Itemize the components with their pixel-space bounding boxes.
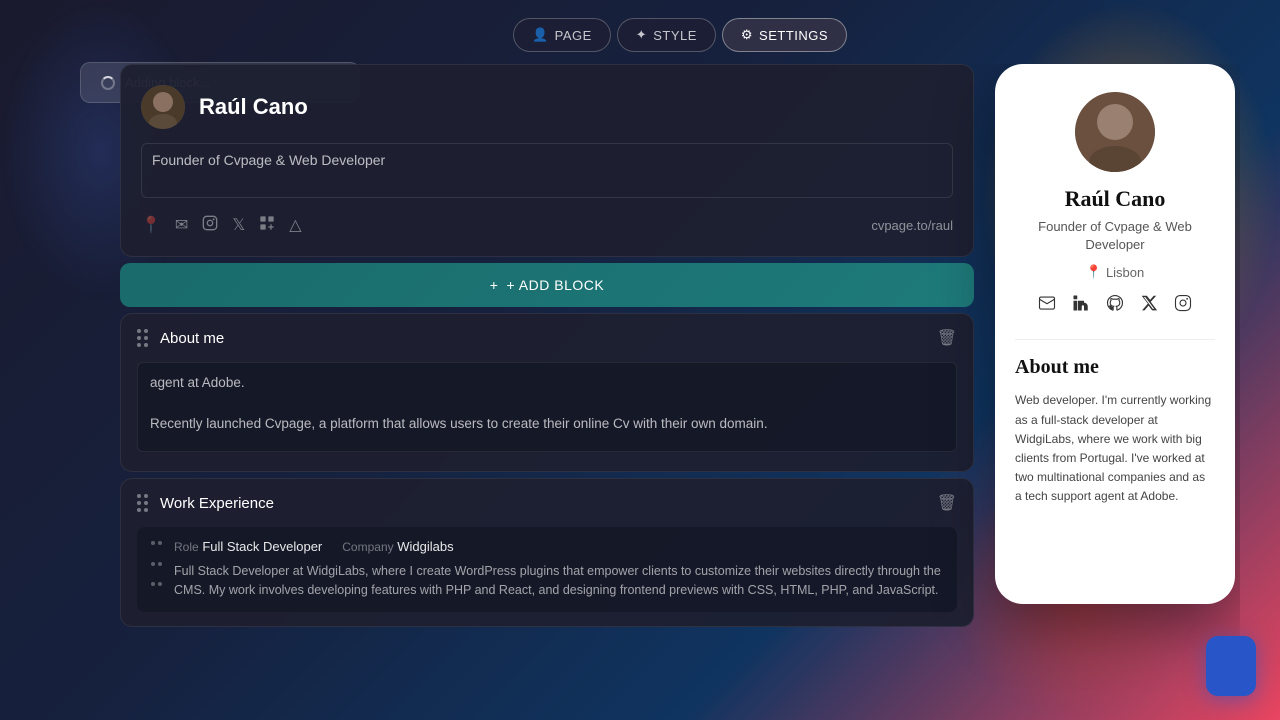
location-pin-icon: 📍 xyxy=(1086,264,1102,280)
style-nav-label: STYLE xyxy=(653,28,697,43)
about-me-textarea[interactable]: agent at Adobe. Recently launched Cvpage… xyxy=(137,362,957,452)
work-entry-info: Role Full Stack Developer Company Widgil… xyxy=(174,539,943,600)
add-block-button[interactable]: + + ADD BLOCK xyxy=(120,263,974,307)
work-meta: Role Full Stack Developer Company Widgil… xyxy=(174,539,943,554)
instagram-icon[interactable] xyxy=(202,215,218,236)
phone-email-icon xyxy=(1038,294,1056,317)
work-header-left: Work Experience xyxy=(137,494,274,512)
work-role-group: Role Full Stack Developer xyxy=(174,539,322,554)
company-value: Widgilabs xyxy=(397,539,453,554)
social-icons-list: 📍 ✉ 𝕏 xyxy=(141,215,302,236)
work-title: Work Experience xyxy=(160,495,274,512)
profile-url: cvpage.to/raul xyxy=(871,218,953,233)
work-experience-section: Work Experience 🗑 xyxy=(120,478,974,627)
about-me-content: agent at Adobe. Recently launched Cvpage… xyxy=(121,362,973,471)
phone-divider xyxy=(1015,339,1215,340)
phone-avatar-svg xyxy=(1075,92,1155,172)
about-me-header: About me 🗑 xyxy=(121,314,973,362)
profile-header: Raúl Cano xyxy=(141,85,953,129)
work-description: Full Stack Developer at WidgiLabs, where… xyxy=(174,562,943,600)
top-nav: 👤 PAGE ✦ STYLE ⚙ SETTINGS xyxy=(120,0,1240,64)
linkedin-icon[interactable] xyxy=(259,215,275,236)
content-area: Raúl Cano Founder of Cvpage & Web Develo… xyxy=(120,64,1240,720)
settings-icon: ⚙ xyxy=(741,27,753,43)
phone-linkedin-icon xyxy=(1072,294,1090,317)
style-icon: ✦ xyxy=(636,27,647,43)
work-entry-drag-handle[interactable] xyxy=(151,539,162,600)
add-block-icon: + xyxy=(490,277,499,293)
add-block-label: + ADD BLOCK xyxy=(506,277,604,293)
page-nav-btn[interactable]: 👤 PAGE xyxy=(513,18,611,52)
about-me-header-left: About me xyxy=(137,329,224,347)
page-nav-label: PAGE xyxy=(555,28,592,43)
phone-twitter-icon xyxy=(1140,294,1158,317)
work-header: Work Experience 🗑 xyxy=(121,479,973,527)
location-icon[interactable]: 📍 xyxy=(141,215,161,236)
phone-social-icons xyxy=(1015,294,1215,317)
work-company-group: Company Widgilabs xyxy=(342,539,453,554)
phone-profile-title: Founder of Cvpage & Web Developer xyxy=(1015,218,1215,254)
style-nav-btn[interactable]: ✦ STYLE xyxy=(617,18,716,52)
phone-frame: Raúl Cano Founder of Cvpage & Web Develo… xyxy=(995,64,1235,604)
preview-panel: Raúl Cano Founder of Cvpage & Web Develo… xyxy=(990,64,1240,720)
work-content: Role Full Stack Developer Company Widgil… xyxy=(121,527,973,626)
phone-about-title: About me xyxy=(1015,356,1215,379)
profile-block: Raúl Cano Founder of Cvpage & Web Develo… xyxy=(120,64,974,257)
email-icon[interactable]: ✉ xyxy=(175,215,188,236)
editor-panel: Raúl Cano Founder of Cvpage & Web Develo… xyxy=(120,64,974,720)
avatar xyxy=(141,85,185,129)
avatar-svg xyxy=(141,85,185,129)
phone-name: Raúl Cano xyxy=(1015,186,1215,212)
phone-about-text: Web developer. I'm currently working as … xyxy=(1015,391,1215,506)
page-icon: 👤 xyxy=(532,27,549,43)
phone-location-text: Lisbon xyxy=(1106,265,1144,280)
github-icon[interactable]: △ xyxy=(289,215,301,236)
main-container: 👤 PAGE ✦ STYLE ⚙ SETTINGS xyxy=(40,0,1240,720)
phone-content: Raúl Cano Founder of Cvpage & Web Develo… xyxy=(995,64,1235,604)
phone-location: 📍 Lisbon xyxy=(1015,264,1215,280)
settings-nav-btn[interactable]: ⚙ SETTINGS xyxy=(722,18,847,52)
phone-instagram-icon xyxy=(1174,294,1192,317)
role-value: Full Stack Developer xyxy=(202,539,322,554)
work-delete-icon[interactable]: 🗑 xyxy=(937,493,957,513)
role-label: Role xyxy=(174,540,199,554)
phone-github-icon xyxy=(1106,294,1124,317)
profile-footer: 📍 ✉ 𝕏 xyxy=(141,215,953,236)
about-me-delete-icon[interactable]: 🗑 xyxy=(937,328,957,348)
profile-bio-textarea[interactable]: Founder of Cvpage & Web Developer xyxy=(141,143,953,198)
about-me-drag-handle[interactable] xyxy=(137,329,148,347)
work-entry: Role Full Stack Developer Company Widgil… xyxy=(137,527,957,612)
about-me-section: About me 🗑 agent at Adobe. Recently laun… xyxy=(120,313,974,472)
floating-widget[interactable] xyxy=(1206,636,1256,696)
work-drag-handle[interactable] xyxy=(137,494,148,512)
company-label: Company xyxy=(342,540,393,554)
settings-nav-label: SETTINGS xyxy=(759,28,828,43)
phone-avatar xyxy=(1075,92,1155,172)
twitter-icon[interactable]: 𝕏 xyxy=(232,215,245,236)
profile-name: Raúl Cano xyxy=(199,94,308,120)
about-me-title: About me xyxy=(160,330,224,347)
